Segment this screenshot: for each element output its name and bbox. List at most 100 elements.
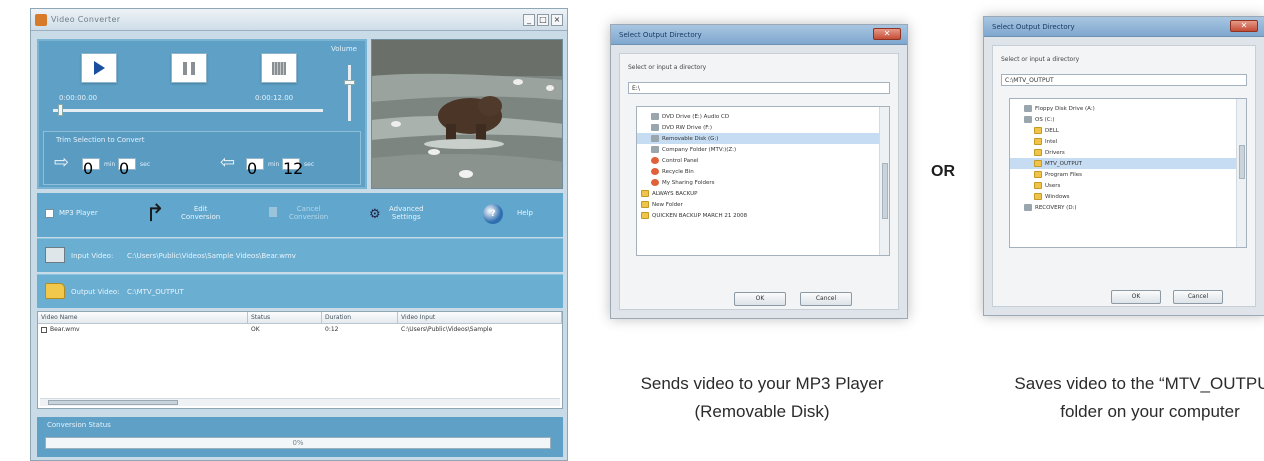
tree-item-label: My Sharing Folders xyxy=(662,179,715,186)
seek-slider-thumb[interactable] xyxy=(58,104,64,116)
tree-item[interactable]: Recycle Bin xyxy=(637,166,889,177)
cancel-button[interactable]: Cancel xyxy=(800,292,852,306)
trim-end-arrow-icon: ⇦ xyxy=(220,152,236,173)
ok-button[interactable]: OK xyxy=(1111,290,1161,304)
trim-end-sec-field[interactable]: 12 xyxy=(282,158,303,178)
tree-vertical-scrollbar[interactable] xyxy=(879,107,889,255)
tree-item-label: DVD Drive (E:) Audio CD xyxy=(662,113,730,120)
folder-icon xyxy=(641,201,649,208)
tree-item[interactable]: MTV_OUTPUT xyxy=(1010,158,1246,169)
dialog-close-button[interactable]: ✕ xyxy=(873,28,901,40)
column-header-input[interactable]: Video Input xyxy=(398,312,562,323)
output-video-path: C:\MTV_OUTPUT xyxy=(127,288,184,296)
ok-button[interactable]: OK xyxy=(734,292,786,306)
conversion-progress-bar: 0% xyxy=(45,437,551,449)
directory-path-input[interactable]: C:\MTV_OUTPUT xyxy=(1001,74,1247,86)
tree-item[interactable]: New Folder xyxy=(637,199,889,210)
folder-icon xyxy=(1034,149,1042,156)
edit-conversion-arrow-icon[interactable]: ↱ xyxy=(145,201,165,225)
tree-item[interactable]: Company Folder (MTV:)(Z:) xyxy=(637,144,889,155)
trim-start-min-unit: min xyxy=(104,161,116,168)
close-button[interactable]: × xyxy=(551,13,563,26)
tree-item[interactable]: DVD RW Drive (F:) xyxy=(637,122,889,133)
pause-button[interactable] xyxy=(171,53,207,83)
cancel-conversion-icon xyxy=(269,207,277,217)
trim-start-min-field[interactable]: 0 xyxy=(82,158,100,178)
volume-slider[interactable] xyxy=(348,65,351,121)
tree-item[interactable]: Drivers xyxy=(1010,147,1246,158)
tree-item[interactable]: Control Panel xyxy=(637,155,889,166)
dialog-body: Select or input a directory C:\MTV_OUTPU… xyxy=(992,45,1256,307)
table-horizontal-scrollbar[interactable] xyxy=(40,398,560,406)
tree-item[interactable]: DELL xyxy=(1010,125,1246,136)
input-video-row: Input Video: C:\Users\Public\Videos\Samp… xyxy=(37,238,563,272)
directory-tree[interactable]: Floppy Disk Drive (A:) OS (C:) DELL Intel Dr… xyxy=(1009,98,1247,248)
select-directory-dialog-removable: Select Output Directory ✕ Select or inpu… xyxy=(610,24,908,319)
column-header-status[interactable]: Status xyxy=(248,312,322,323)
output-video-label: Output Video: xyxy=(71,288,120,296)
bear-river-image xyxy=(372,40,562,188)
help-button[interactable]: Help xyxy=(517,209,533,217)
trim-end-min-unit: min xyxy=(268,161,280,168)
tree-item[interactable]: RECOVERY (D:) xyxy=(1010,202,1246,213)
tree-vertical-scrollbar[interactable] xyxy=(1236,99,1246,247)
tree-item[interactable]: Users xyxy=(1010,180,1246,191)
scrollbar-thumb[interactable] xyxy=(48,400,178,405)
volume-slider-thumb[interactable] xyxy=(344,79,355,85)
trim-end-min-field[interactable]: 0 xyxy=(246,158,264,178)
play-button[interactable] xyxy=(81,53,117,83)
maximize-button[interactable]: □ xyxy=(537,13,549,26)
tree-item-label: ALWAYS BACKUP xyxy=(652,190,698,197)
tree-item[interactable]: Floppy Disk Drive (A:) xyxy=(1010,103,1246,114)
dialog-close-button[interactable]: ✕ xyxy=(1230,20,1258,32)
tree-item[interactable]: Program Files xyxy=(1010,169,1246,180)
dialog-titlebar: Select Output Directory ✕ xyxy=(984,17,1264,37)
column-header-duration[interactable]: Duration xyxy=(322,312,398,323)
cancel-conversion-button[interactable]: Cancel Conversion xyxy=(289,205,328,221)
stop-button[interactable] xyxy=(261,53,297,83)
drive-icon xyxy=(651,113,659,120)
trim-start-sec-field[interactable]: 0 xyxy=(118,158,136,178)
tree-item-label: Users xyxy=(1045,182,1061,189)
tree-item-label: Intel xyxy=(1045,138,1058,145)
drive-icon xyxy=(651,135,659,142)
folder-icon xyxy=(1034,127,1042,134)
tree-item[interactable]: Removable Disk (G:) xyxy=(637,133,889,144)
output-video-row: Output Video: C:\MTV_OUTPUT xyxy=(37,274,563,308)
input-video-icon[interactable] xyxy=(45,247,65,263)
directory-path-input[interactable]: E:\ xyxy=(628,82,890,94)
tree-item-label: QUICKEN BACKUP MARCH 21 2008 xyxy=(652,212,748,219)
tree-item[interactable]: Intel xyxy=(1010,136,1246,147)
minimize-button[interactable]: _ xyxy=(523,13,535,26)
tree-item[interactable]: QUICKEN BACKUP MARCH 21 2008 xyxy=(637,210,889,221)
tree-item-label: DELL xyxy=(1045,127,1059,134)
progress-percent: 0% xyxy=(292,439,304,447)
tree-item[interactable]: DVD Drive (E:) Audio CD xyxy=(637,111,889,122)
row-checkbox[interactable] xyxy=(41,326,47,333)
cancel-button[interactable]: Cancel xyxy=(1173,290,1223,304)
drive-icon xyxy=(1024,105,1032,112)
tree-item-label: OS (C:) xyxy=(1035,116,1055,123)
directory-tree[interactable]: DVD Drive (E:) Audio CD DVD RW Drive (F:)… xyxy=(636,106,890,256)
tree-item[interactable]: ALWAYS BACKUP xyxy=(637,188,889,199)
tree-item-label: Recycle Bin xyxy=(662,168,694,175)
trim-selection-box: Trim Selection to Convert ⇨ 0 min 0 sec … xyxy=(43,131,361,185)
scrollbar-thumb[interactable] xyxy=(882,163,888,219)
column-header-name[interactable]: Video Name xyxy=(38,312,248,323)
tree-item[interactable]: My Sharing Folders xyxy=(637,177,889,188)
table-row[interactable]: Bear.wmv OK 0:12 C:\Users\Public\Videos\… xyxy=(38,324,562,335)
trim-start-sec-unit: sec xyxy=(140,161,151,168)
scrollbar-thumb[interactable] xyxy=(1239,145,1245,179)
advanced-settings-button[interactable]: Advanced Settings xyxy=(389,205,424,221)
edit-conversion-button[interactable]: Edit Conversion xyxy=(181,205,220,221)
output-folder-icon[interactable] xyxy=(45,283,65,299)
mp3-player-checkbox[interactable] xyxy=(45,209,54,218)
tree-item[interactable]: OS (C:) xyxy=(1010,114,1246,125)
tree-item[interactable]: Windows xyxy=(1010,191,1246,202)
seek-slider[interactable] xyxy=(53,109,323,112)
app-icon xyxy=(35,13,47,26)
tree-item-label: Company Folder (MTV:)(Z:) xyxy=(662,146,737,153)
settings-gear-icon[interactable]: ⚙ xyxy=(369,207,381,222)
caption-removable-disk: Sends video to your MP3 Player (Removabl… xyxy=(606,370,918,426)
help-icon[interactable]: ? xyxy=(483,204,503,224)
